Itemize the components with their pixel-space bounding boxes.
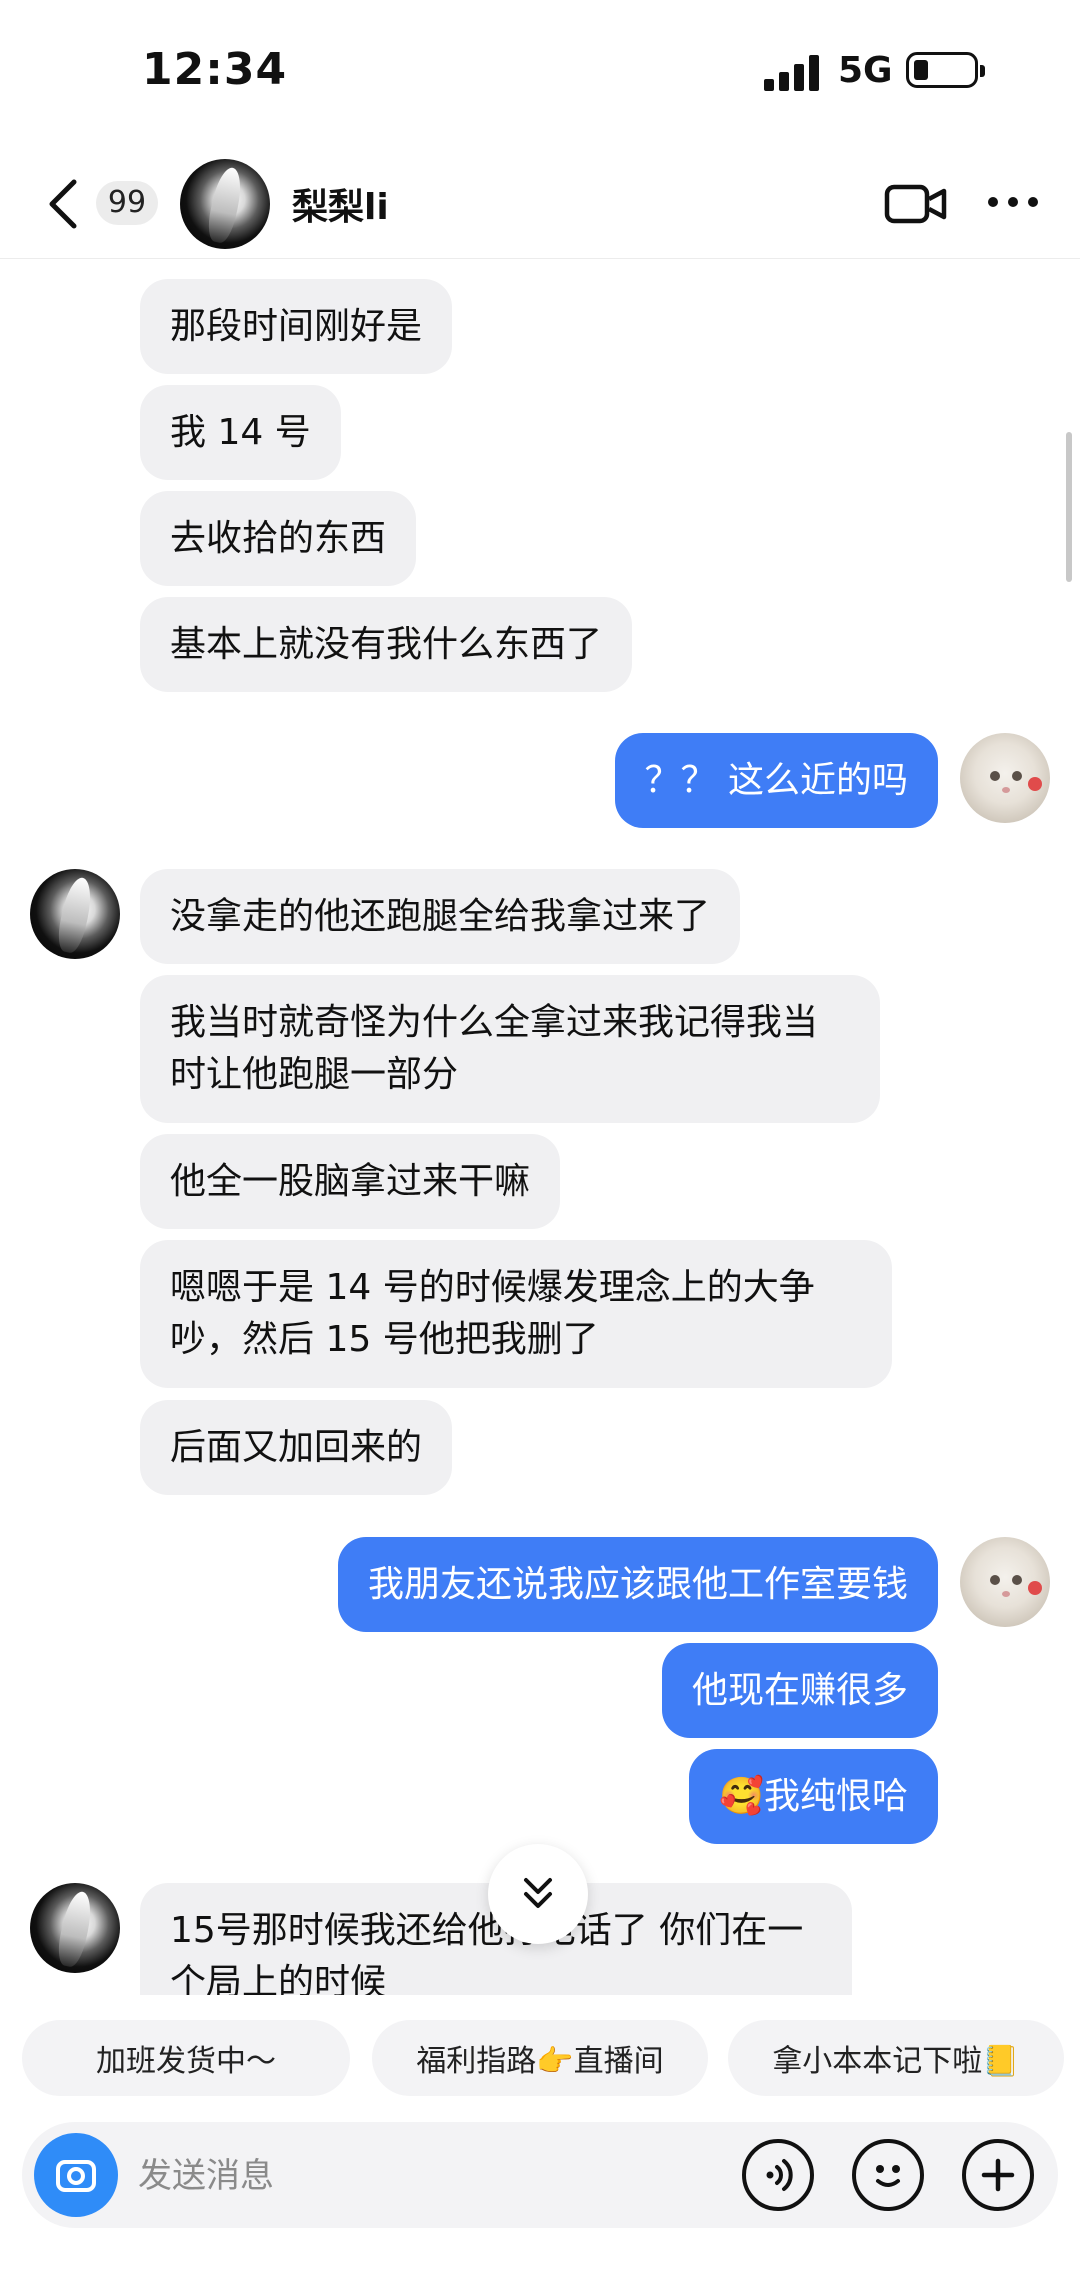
my-avatar[interactable] — [960, 733, 1050, 823]
scrollbar[interactable] — [1066, 432, 1072, 582]
plus-button[interactable] — [962, 2139, 1034, 2211]
status-bar: 12:34 5G — [0, 0, 1080, 150]
message-bubble-received[interactable]: 嗯嗯于是 14 号的时候爆发理念上的大争吵，然后 15 号他把我删了 — [140, 1240, 892, 1388]
quick-reply-label: 加班发货中～ — [96, 2044, 276, 2079]
video-call-icon[interactable] — [884, 182, 948, 226]
camera-lens — [67, 2167, 85, 2185]
message-bubble-received[interactable]: 基本上就没有我什么东西了 — [140, 597, 633, 692]
network-type: 5G — [838, 50, 893, 91]
quick-reply-label: 拿小本本记下啦📒 — [772, 2044, 1020, 2079]
quick-reply-chip[interactable]: 加班发货中～ — [22, 2020, 350, 2096]
my-avatar[interactable] — [960, 1537, 1050, 1627]
unread-count-badge[interactable]: 99 — [96, 181, 158, 225]
battery-icon — [906, 52, 985, 88]
plus-icon — [981, 2158, 1015, 2192]
message-bubble-received[interactable]: 他全一股脑拿过来干嘛 — [140, 1134, 561, 1229]
message-bubble-sent[interactable]: 我朋友还说我应该跟他工作室要钱 — [337, 1537, 938, 1632]
message-bubble-received[interactable]: 我当时就奇怪为什么全拿过来我记得我当时让他跑腿一部分 — [140, 975, 880, 1123]
voice-button[interactable] — [742, 2139, 814, 2211]
signal-icon — [764, 55, 824, 91]
contact-avatar[interactable] — [30, 869, 120, 959]
back-arrow-icon[interactable] — [40, 176, 88, 232]
message-bubble-sent[interactable]: ？？ 这么近的吗 — [614, 733, 938, 828]
voice-wave-icon — [766, 2159, 793, 2191]
chat-header: 99 梨梨li — [0, 150, 1080, 259]
message-bubble-sent[interactable]: 他现在赚很多 — [661, 1643, 938, 1738]
double-chevron-down-icon — [524, 1878, 552, 1908]
message-bubble-received[interactable]: 去收拾的东西 — [140, 491, 417, 586]
emoji-button[interactable] — [852, 2139, 924, 2211]
more-options-icon[interactable] — [988, 194, 1038, 210]
contact-name[interactable]: 梨梨li — [292, 178, 389, 230]
message-input[interactable] — [136, 2146, 700, 2206]
message-bubble-received[interactable]: 没拿走的他还跑腿全给我拿过来了 — [140, 869, 741, 964]
message-bubble-received[interactable]: 后面又加回来的 — [140, 1400, 453, 1495]
quick-reply-chip[interactable]: 福利指路👉直播间 — [372, 2020, 708, 2096]
scroll-to-bottom-button[interactable] — [488, 1844, 588, 1944]
message-bubble-received[interactable]: 我 14 号 — [140, 385, 341, 480]
quick-reply-label: 福利指路👉直播间 — [416, 2044, 664, 2079]
message-composer — [22, 2122, 1058, 2228]
camera-button[interactable] — [34, 2133, 118, 2217]
status-time: 12:34 — [142, 44, 288, 95]
message-bubble-received[interactable]: 那段时间刚好是 — [140, 279, 453, 374]
smiley-face-icon — [876, 2165, 900, 2187]
quick-reply-chip[interactable]: 拿小本本记下啦📒 — [728, 2020, 1064, 2096]
contact-avatar[interactable] — [180, 159, 270, 249]
message-bubble-sent[interactable]: 🥰我纯恨哈 — [689, 1749, 938, 1844]
